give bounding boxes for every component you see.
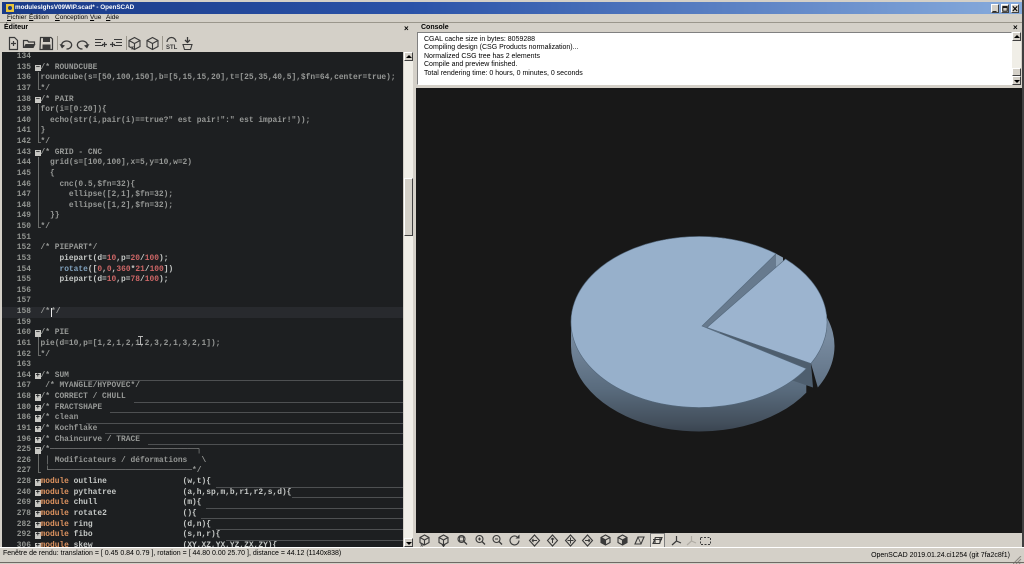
- svg-text:»: »: [131, 43, 136, 51]
- svg-text:STL: STL: [166, 45, 178, 51]
